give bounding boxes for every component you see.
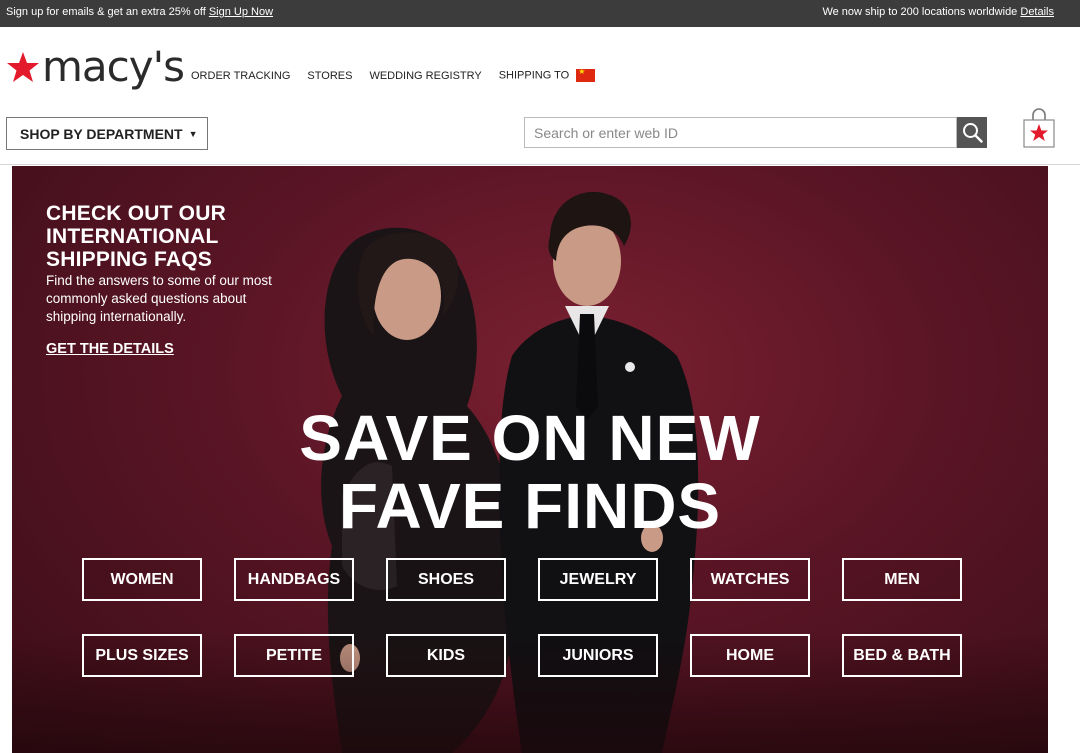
category-men-button[interactable]: MEN bbox=[842, 558, 962, 601]
category-juniors-button[interactable]: JUNIORS bbox=[538, 634, 658, 677]
top-nav: ORDER TRACKING STORES WEDDING REGISTRY S… bbox=[191, 67, 596, 82]
category-petite-button[interactable]: PETITE bbox=[234, 634, 354, 677]
category-watches-button[interactable]: WATCHES bbox=[690, 558, 810, 601]
category-bed-bath-button[interactable]: BED & BATH bbox=[842, 634, 962, 677]
caret-down-icon: ▼ bbox=[188, 128, 198, 139]
headline-line-2: FAVE FINDS bbox=[338, 470, 722, 542]
category-home-button[interactable]: HOME bbox=[690, 634, 810, 677]
hero-headline: SAVE ON NEW FAVE FINDS bbox=[12, 404, 1048, 540]
category-shoes-button[interactable]: SHOES bbox=[386, 558, 506, 601]
search-icon bbox=[963, 123, 983, 143]
logo-wordmark: macy's bbox=[42, 42, 185, 91]
nav-wedding-registry[interactable]: WEDDING REGISTRY bbox=[369, 70, 481, 82]
nav-shipping-to[interactable]: SHIPPING TO bbox=[498, 67, 596, 82]
get-the-details-link[interactable]: GET THE DETAILS bbox=[46, 341, 174, 357]
search-box bbox=[524, 117, 957, 148]
category-jewelry-button[interactable]: JEWELRY bbox=[538, 558, 658, 601]
nav-stores[interactable]: STORES bbox=[307, 70, 352, 82]
search-button[interactable] bbox=[957, 117, 987, 148]
promo-shipping: We now ship to 200 locations worldwide D… bbox=[822, 6, 1054, 18]
category-plus-sizes-button[interactable]: PLUS SIZES bbox=[82, 634, 202, 677]
star-icon bbox=[7, 52, 39, 82]
nav-order-tracking[interactable]: ORDER TRACKING bbox=[191, 70, 290, 82]
china-flag-icon bbox=[576, 67, 596, 82]
header-divider bbox=[0, 164, 1080, 165]
shopping-bag-icon bbox=[1023, 108, 1055, 148]
hero-banner[interactable]: CHECK OUT OUR INTERNATIONAL SHIPPING FAQ… bbox=[12, 166, 1048, 753]
macys-logo[interactable]: macy's bbox=[6, 42, 185, 94]
promo-email-text: Sign up for emails & get an extra 25% of… bbox=[6, 6, 206, 18]
shop-by-department-button[interactable]: SHOP BY DEPARTMENT ▼ bbox=[6, 117, 208, 150]
shipping-to-label: SHIPPING TO bbox=[498, 69, 570, 82]
category-kids-button[interactable]: KIDS bbox=[386, 634, 506, 677]
shipping-faq-promo: CHECK OUT OUR INTERNATIONAL SHIPPING FAQ… bbox=[46, 202, 286, 358]
promo-bar: Sign up for emails & get an extra 25% of… bbox=[0, 0, 1080, 27]
faq-description: Find the answers to some of our most com… bbox=[46, 273, 272, 324]
sign-up-now-link[interactable]: Sign Up Now bbox=[209, 6, 273, 18]
promo-email-signup: Sign up for emails & get an extra 25% of… bbox=[6, 6, 273, 18]
department-label: SHOP BY DEPARTMENT bbox=[20, 125, 183, 142]
faq-title: CHECK OUT OUR INTERNATIONAL SHIPPING FAQ… bbox=[46, 202, 226, 271]
category-women-button[interactable]: WOMEN bbox=[82, 558, 202, 601]
promo-shipping-text: We now ship to 200 locations worldwide bbox=[822, 6, 1018, 18]
headline-line-1: SAVE ON NEW bbox=[299, 402, 761, 474]
search-input[interactable] bbox=[525, 118, 956, 147]
shopping-bag-button[interactable] bbox=[1023, 108, 1055, 148]
category-handbags-button[interactable]: HANDBAGS bbox=[234, 558, 354, 601]
category-buttons: WOMEN HANDBAGS SHOES JEWELRY WATCHES MEN… bbox=[82, 558, 962, 677]
shipping-details-link[interactable]: Details bbox=[1020, 6, 1054, 18]
